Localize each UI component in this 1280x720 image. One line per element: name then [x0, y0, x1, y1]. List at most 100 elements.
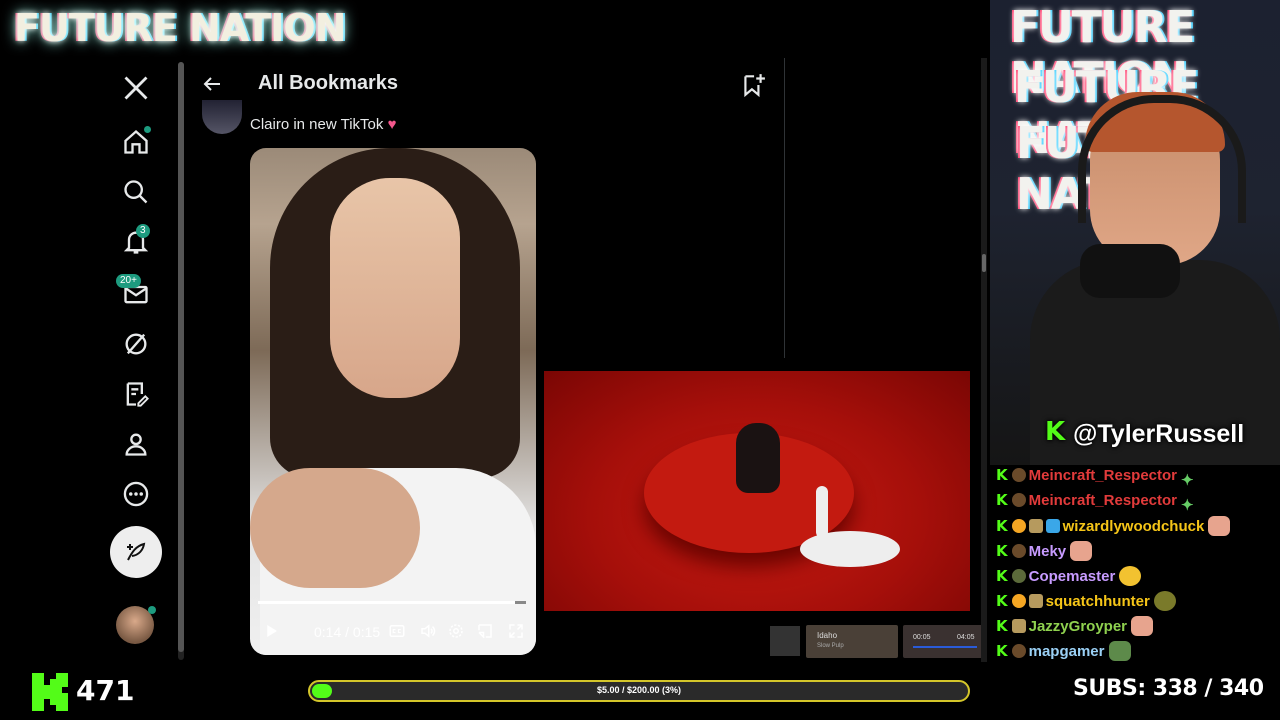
kick-icon: K	[996, 642, 1008, 660]
chat-panel: K Meincraft_Respector ✦ K Meincraft_Respect…	[996, 464, 1280, 664]
notifications-badge: 3	[136, 224, 150, 238]
donation-goal-label: $5.00 / $200.00 (3%)	[596, 685, 682, 695]
chat-username[interactable]: Meky	[1029, 543, 1067, 560]
post-author-avatar[interactable]	[202, 100, 242, 134]
settings-gear-icon[interactable]	[447, 622, 465, 643]
chat-message: K Copemaster	[996, 566, 1142, 588]
more-options-icon[interactable]	[122, 480, 150, 508]
kick-icon: K	[996, 466, 1008, 484]
user-badge-icon	[1011, 468, 1026, 482]
messages-badge: 20+	[116, 274, 141, 288]
column-divider	[784, 58, 785, 358]
video-time: 0:14 / 0:15	[314, 624, 381, 640]
online-indicator	[148, 606, 156, 614]
x-sidebar-nav: 3 20+	[110, 60, 172, 660]
video-frame-face	[330, 178, 460, 398]
x-logo-icon[interactable]	[122, 74, 150, 102]
now-playing-progress-card: 00:05 04:05	[903, 625, 985, 658]
now-playing-artist: Slow Pulp	[817, 643, 844, 649]
chat-message: Ksquatchhunter	[996, 591, 1176, 613]
volume-icon[interactable]	[419, 622, 437, 643]
chat-username[interactable]: JazzyGroyper	[1029, 618, 1127, 635]
notifications-bell-icon[interactable]: 3	[122, 224, 150, 256]
chat-message: K Meincraft_Respector ✦	[996, 466, 1203, 489]
subs-label: SUBS:	[1073, 676, 1146, 701]
video-frame-hand	[250, 468, 420, 588]
user-badge-icon	[1011, 493, 1026, 507]
chat-message: K JazzyGroyper	[996, 616, 1154, 638]
kick-icon: K	[996, 567, 1008, 585]
page-scrollbar[interactable]	[981, 58, 987, 662]
play-icon[interactable]	[262, 622, 280, 643]
image-seated-figure	[736, 423, 780, 493]
back-arrow-icon[interactable]	[200, 72, 224, 96]
kick-icon: K	[996, 491, 1008, 509]
profile-icon[interactable]	[122, 430, 150, 458]
now-playing-duration: 04:05	[957, 634, 975, 641]
post-text: Clairo in new TikTok ♥	[250, 116, 396, 133]
chat-message: Kwizardlywoodchuck	[996, 516, 1231, 538]
pepe-emote-icon	[1108, 641, 1131, 661]
add-bookmark-folder-icon[interactable]	[740, 72, 766, 98]
sidebar-scrollbar[interactable]	[178, 62, 184, 660]
image-swan-neck	[816, 486, 828, 538]
user-badge-icon	[1011, 619, 1026, 633]
page-scrollbar-thumb[interactable]	[982, 254, 986, 272]
user-badge-icon	[1011, 644, 1026, 658]
face-emote-icon	[1208, 516, 1231, 536]
streamer-handle-text: @TylerRussell	[1073, 420, 1245, 448]
page-title: All Bookmarks	[258, 72, 399, 94]
kick-logo-icon: K	[1045, 417, 1066, 447]
chat-username[interactable]: wizardlywoodchuck	[1063, 518, 1205, 535]
chat-username[interactable]: Meincraft_Respector	[1029, 467, 1177, 484]
donation-goal-bar: $5.00 / $200.00 (3%)	[308, 680, 970, 702]
captions-icon[interactable]	[388, 622, 406, 643]
face-emote-icon	[1070, 541, 1093, 561]
chat-username[interactable]: Meincraft_Respector	[1029, 492, 1177, 509]
user-badge-icon	[1011, 544, 1026, 558]
lists-icon[interactable]	[122, 380, 150, 408]
grok-icon[interactable]	[122, 330, 150, 358]
kick-icon: K	[996, 617, 1008, 635]
dancing-emote-icon: ✦	[1181, 497, 1194, 514]
feather-plus-icon	[127, 542, 146, 561]
now-playing-title: Idaho	[817, 631, 838, 640]
webcam-feed: FUTURE NATION FUTURE NATION FUTURE NATIO…	[990, 0, 1280, 465]
video-player[interactable]: 0:14 / 0:15	[250, 148, 536, 655]
dancing-emote-icon: ✦	[1181, 472, 1194, 489]
user-badge-icon	[1011, 569, 1026, 583]
kick-logo-icon	[32, 673, 68, 711]
chat-message: Kmapgamer	[996, 641, 1131, 663]
album-cover-image	[544, 371, 970, 611]
chat-username[interactable]: Copemaster	[1029, 568, 1116, 585]
shrug-emote-icon	[1153, 591, 1176, 611]
chat-message: K Meincraft_Respector ✦	[996, 491, 1203, 514]
picture-in-picture-icon[interactable]	[476, 622, 494, 643]
headset	[1078, 95, 1246, 223]
messages-envelope-icon[interactable]: 20+	[116, 274, 150, 308]
cube-badge-icon	[1045, 519, 1060, 533]
now-playing-elapsed: 00:05	[913, 634, 931, 641]
fullscreen-icon[interactable]	[507, 622, 525, 643]
heart-emoji: ♥	[387, 116, 397, 133]
home-icon[interactable]	[122, 126, 151, 156]
overlay-brand-logo: FUTURE NATION	[14, 6, 346, 50]
now-playing-thumbnail	[770, 626, 800, 656]
user-badge-icon	[1028, 594, 1043, 608]
face-emote-icon	[1131, 616, 1154, 636]
compose-post-button[interactable]	[110, 526, 162, 578]
now-playing-progress-bar	[913, 646, 977, 648]
kick-icon: K	[996, 592, 1008, 610]
sunglasses-emote-icon	[1119, 566, 1142, 586]
chat-username[interactable]: mapgamer	[1029, 643, 1105, 660]
image-swan-body	[800, 531, 900, 567]
kick-icon: K	[996, 542, 1008, 560]
viewer-count: 471	[76, 674, 135, 707]
tier-1-badge-icon	[1011, 519, 1026, 533]
subs-counter: SUBS: 338 / 340	[1073, 676, 1264, 701]
user-badge-icon	[1028, 519, 1043, 533]
streamer-handle: K @TylerRussell	[1045, 417, 1245, 449]
search-icon[interactable]	[122, 178, 150, 206]
microphone	[1080, 244, 1180, 298]
chat-username[interactable]: squatchhunter	[1046, 593, 1150, 610]
